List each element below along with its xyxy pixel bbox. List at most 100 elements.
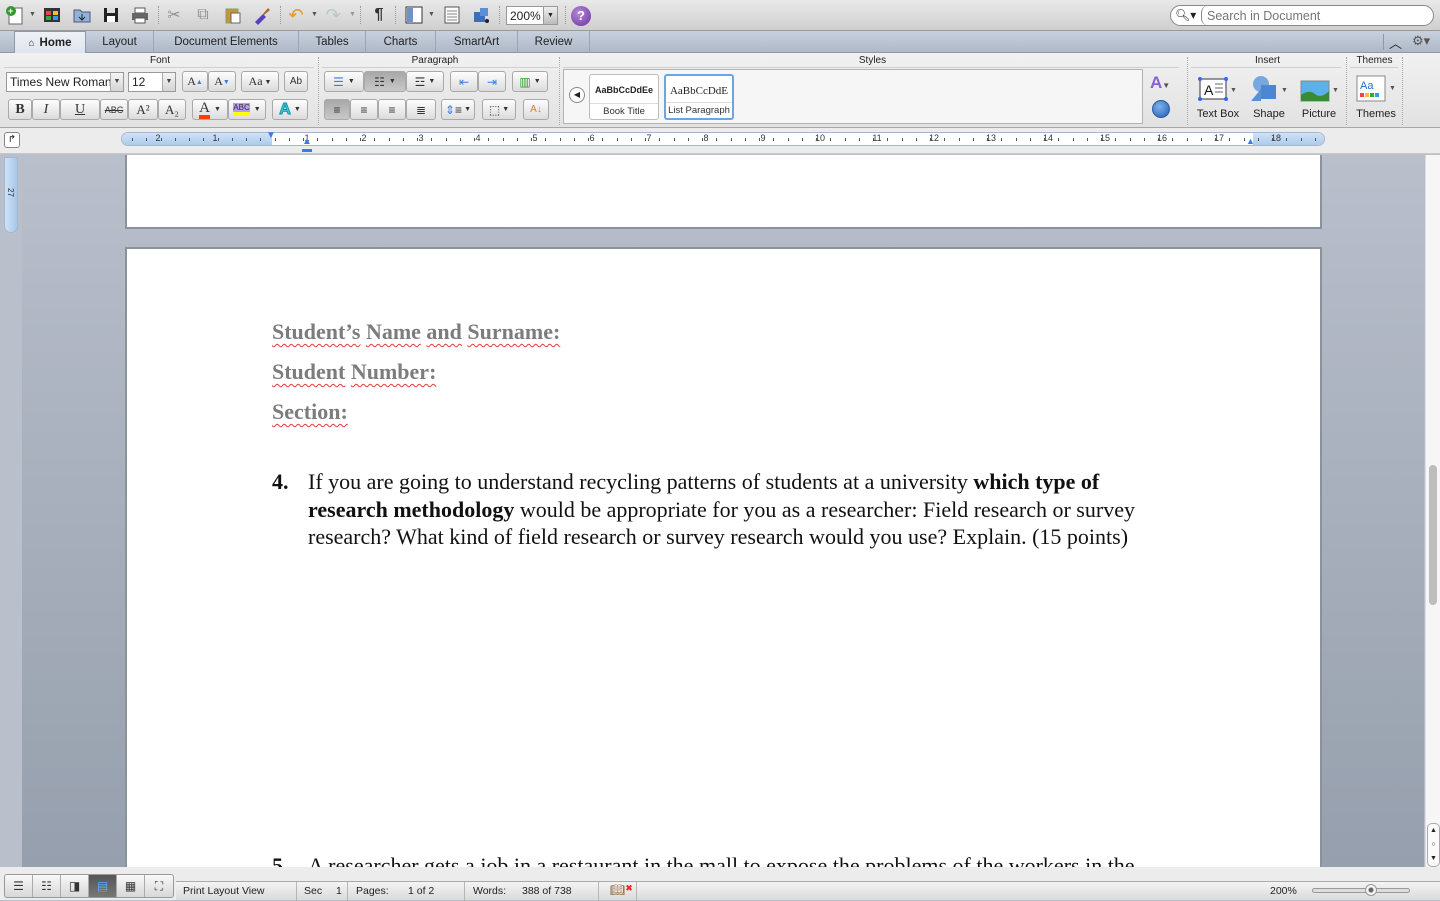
insert-shape-button[interactable]: ▼ Shape [1244, 73, 1294, 123]
italic-button[interactable]: I [32, 99, 60, 120]
shrink-font-button[interactable]: A ▼ [208, 71, 236, 92]
columns-button[interactable]: ▥ ▼ [512, 71, 548, 92]
new-document-icon[interactable]: + [3, 4, 27, 26]
previous-page-icon[interactable]: ▲ [1428, 824, 1439, 838]
full-screen-view-icon[interactable]: ⛶ [145, 875, 173, 897]
publishing-layout-view-icon[interactable]: ◨ [61, 875, 89, 897]
ruler-tick [417, 138, 418, 141]
vertical-ruler[interactable]: 27 [4, 157, 18, 233]
borders-button[interactable]: ⬚ ▼ [482, 99, 516, 120]
text-effects-button[interactable]: A ▼ [272, 99, 308, 120]
collapse-ribbon-icon[interactable]: ︿ [1389, 33, 1402, 52]
font-color-button[interactable]: A ▼ [192, 99, 228, 120]
superscript-button[interactable]: A² [128, 99, 158, 120]
spelling-status-icon[interactable]: 📖︎✖ [610, 883, 633, 897]
tab-layout[interactable]: Layout [86, 31, 154, 53]
tab-stop-selector-icon[interactable]: ↱ [4, 132, 20, 148]
justify-button[interactable]: ≣ [406, 99, 436, 120]
draft-view-icon[interactable]: ☰ [5, 875, 33, 897]
style-list-paragraph[interactable]: AaBbCcDdE List Paragraph [664, 74, 734, 120]
right-indent-marker[interactable]: ▲ [1246, 136, 1255, 146]
first-line-indent-marker[interactable]: ▼ [266, 130, 276, 141]
style-book-title[interactable]: AaBbCcDdEe Book Title [589, 74, 659, 120]
redo-dropdown-icon[interactable]: ▼ [349, 11, 356, 18]
zoom-dropdown-icon[interactable]: ▼ [543, 7, 557, 24]
styles-prev-icon[interactable]: ◀ [569, 87, 585, 103]
format-painter-icon[interactable] [250, 4, 274, 26]
print-icon[interactable] [128, 4, 152, 26]
search-input[interactable] [1207, 8, 1427, 23]
browse-object-icon[interactable]: ○ [1428, 838, 1439, 852]
search-field[interactable]: 🔍︎▾ [1170, 5, 1434, 26]
tab-charts[interactable]: Charts [366, 31, 436, 53]
clear-formatting-button[interactable]: Ab [284, 71, 308, 92]
zoom-slider[interactable] [1312, 884, 1410, 896]
current-page[interactable]: Student’s Name and Surname: Student Numb… [127, 249, 1320, 867]
highlight-button[interactable]: ABC ▼ [228, 99, 266, 120]
document-canvas[interactable]: Student’s Name and Surname: Student Numb… [22, 155, 1424, 867]
bold-button[interactable]: B [8, 99, 32, 120]
themes-button[interactable]: Aa ▼ Themes [1351, 73, 1401, 123]
toolbox-icon[interactable] [440, 4, 464, 26]
bullets-button[interactable]: ☰ ▼ [324, 71, 364, 92]
scrollbar-thumb[interactable] [1429, 465, 1437, 605]
align-center-button[interactable]: ≡ [350, 99, 378, 120]
line-spacing-button[interactable]: ⇕ ≡ ▼ [441, 99, 475, 120]
grow-font-button[interactable]: A ▲ [182, 71, 208, 92]
change-case-button[interactable]: Aa ▼ [241, 71, 279, 92]
open-icon[interactable] [70, 4, 94, 26]
sort-button[interactable]: A↓ [523, 99, 549, 120]
outline-view-icon[interactable]: ☷ [33, 875, 61, 897]
new-dropdown-icon[interactable]: ▼ [29, 11, 36, 18]
undo-icon[interactable]: ↶ [284, 4, 308, 26]
section-value: 1 [336, 885, 342, 897]
pages-value: 1 of 2 [408, 885, 435, 897]
cut-icon[interactable]: ✂ [162, 4, 186, 26]
notebook-layout-view-icon[interactable]: ▦ [117, 875, 145, 897]
vertical-scrollbar[interactable]: ▲ ○ ▼ [1425, 155, 1440, 867]
tab-home[interactable]: ⌂ Home [14, 31, 86, 54]
subscript-button[interactable]: A₂ [158, 99, 186, 120]
styles-pane-icon[interactable] [1152, 100, 1170, 118]
redo-icon[interactable]: ↷ [321, 4, 345, 26]
tab-tables[interactable]: Tables [299, 31, 366, 53]
align-left-button[interactable]: ≡ [324, 99, 350, 120]
insert-text-box-button[interactable]: A ▼ Text Box [1193, 73, 1243, 123]
ruler-tick [431, 138, 433, 141]
zoom-slider-knob[interactable] [1364, 884, 1377, 896]
multilevel-list-button[interactable]: ☲ ▼ [406, 71, 444, 92]
insert-picture-button[interactable]: ▼ Picture [1294, 73, 1344, 123]
font-name-dropdown-icon[interactable]: ▼ [110, 73, 123, 91]
copy-icon[interactable]: ⧉ [191, 4, 215, 26]
print-layout-view-icon[interactable]: ▤ [89, 875, 117, 897]
pilcrow-icon[interactable]: ¶ [367, 4, 391, 26]
align-right-button[interactable]: ≡ [378, 99, 406, 120]
media-browser-icon[interactable] [470, 4, 494, 26]
paste-icon[interactable] [221, 4, 245, 26]
manage-styles-icon[interactable]: A▼ [1150, 73, 1170, 93]
font-size-select[interactable]: 12 ▼ [128, 72, 176, 92]
font-name-select[interactable]: Times New Roman ▼ [6, 72, 124, 92]
tab-review[interactable]: Review [518, 31, 590, 53]
hanging-indent-marker[interactable]: ▲ ▬ [302, 137, 312, 155]
search-icon[interactable]: 🔍︎▾ [1175, 8, 1196, 22]
underline-button[interactable]: U [60, 99, 100, 120]
zoom-select[interactable]: 200% ▼ [506, 6, 558, 25]
increase-indent-button[interactable]: ⇥ [478, 71, 506, 92]
undo-dropdown-icon[interactable]: ▼ [311, 11, 318, 18]
strikethrough-button[interactable]: ABC [100, 99, 128, 120]
next-page-icon[interactable]: ▼ [1428, 852, 1439, 866]
tab-document-elements[interactable]: Document Elements [154, 31, 299, 53]
decrease-indent-button[interactable]: ⇤ [450, 71, 478, 92]
shape-icon: ▼ [1251, 76, 1288, 101]
save-icon[interactable] [99, 4, 123, 26]
template-gallery-icon[interactable] [40, 4, 64, 26]
ruler-tick [1257, 138, 1259, 141]
sidebar-dropdown-icon[interactable]: ▼ [428, 11, 435, 18]
gear-icon[interactable]: ⚙▾ [1412, 33, 1430, 49]
font-size-dropdown-icon[interactable]: ▼ [162, 73, 175, 91]
tab-smartart[interactable]: SmartArt [436, 31, 518, 53]
numbering-button[interactable]: ☷ ▼ [364, 71, 406, 92]
sidebar-icon[interactable] [402, 4, 426, 26]
help-icon[interactable]: ? [571, 6, 591, 26]
